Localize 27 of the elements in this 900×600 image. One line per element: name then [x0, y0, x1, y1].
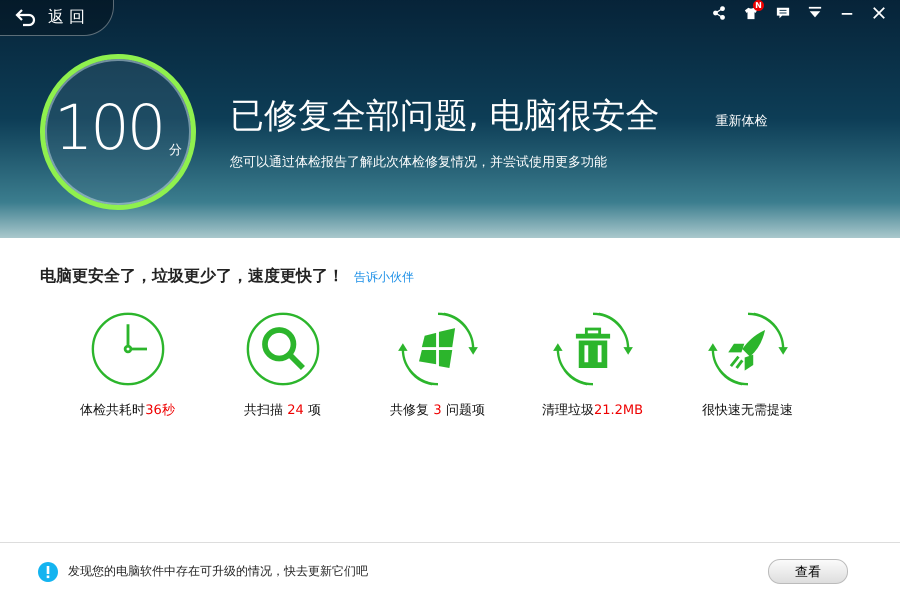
new-badge: N [753, 0, 764, 11]
stat-label: 很快速无需提速 [702, 402, 793, 419]
update-notice: 发现您的电脑软件中存在可升级的情况，快去更新它们吧 [68, 563, 369, 580]
shirt-icon[interactable] [744, 6, 758, 20]
magnifier-icon [244, 311, 320, 387]
recheck-link[interactable]: 重新体检 [716, 112, 768, 130]
stat-label: 共扫描 24 项 [244, 402, 321, 419]
score-unit: 分 [169, 142, 182, 159]
close-icon[interactable] [872, 6, 886, 20]
back-arrow-icon [14, 8, 38, 28]
result-headline: 已修复全部问题, 电脑很安全 [230, 95, 660, 138]
stat-label: 清理垃圾21.2MB [542, 402, 644, 419]
info-icon [38, 562, 58, 582]
stat-label: 体检共耗时36秒 [80, 402, 175, 419]
message-icon[interactable] [776, 6, 790, 20]
view-button[interactable]: 查看 [768, 559, 848, 584]
back-button[interactable]: 返 回 [0, 0, 114, 36]
result-subtitle: 您可以通过体检报告了解此次体检修复情况，并尝试使用更多功能 [230, 154, 608, 171]
score-value: 100 [54, 97, 164, 159]
rocket-icon [710, 311, 786, 387]
menu-icon[interactable] [808, 6, 822, 20]
stat-label: 共修复 3 问题项 [390, 402, 485, 419]
trash-icon [554, 311, 630, 387]
windows-logo-icon [400, 311, 476, 387]
share-icon[interactable] [712, 6, 726, 20]
clock-icon [90, 311, 166, 387]
summary-text: 电脑更安全了，垃圾更少了，速度更快了！ [40, 266, 344, 287]
